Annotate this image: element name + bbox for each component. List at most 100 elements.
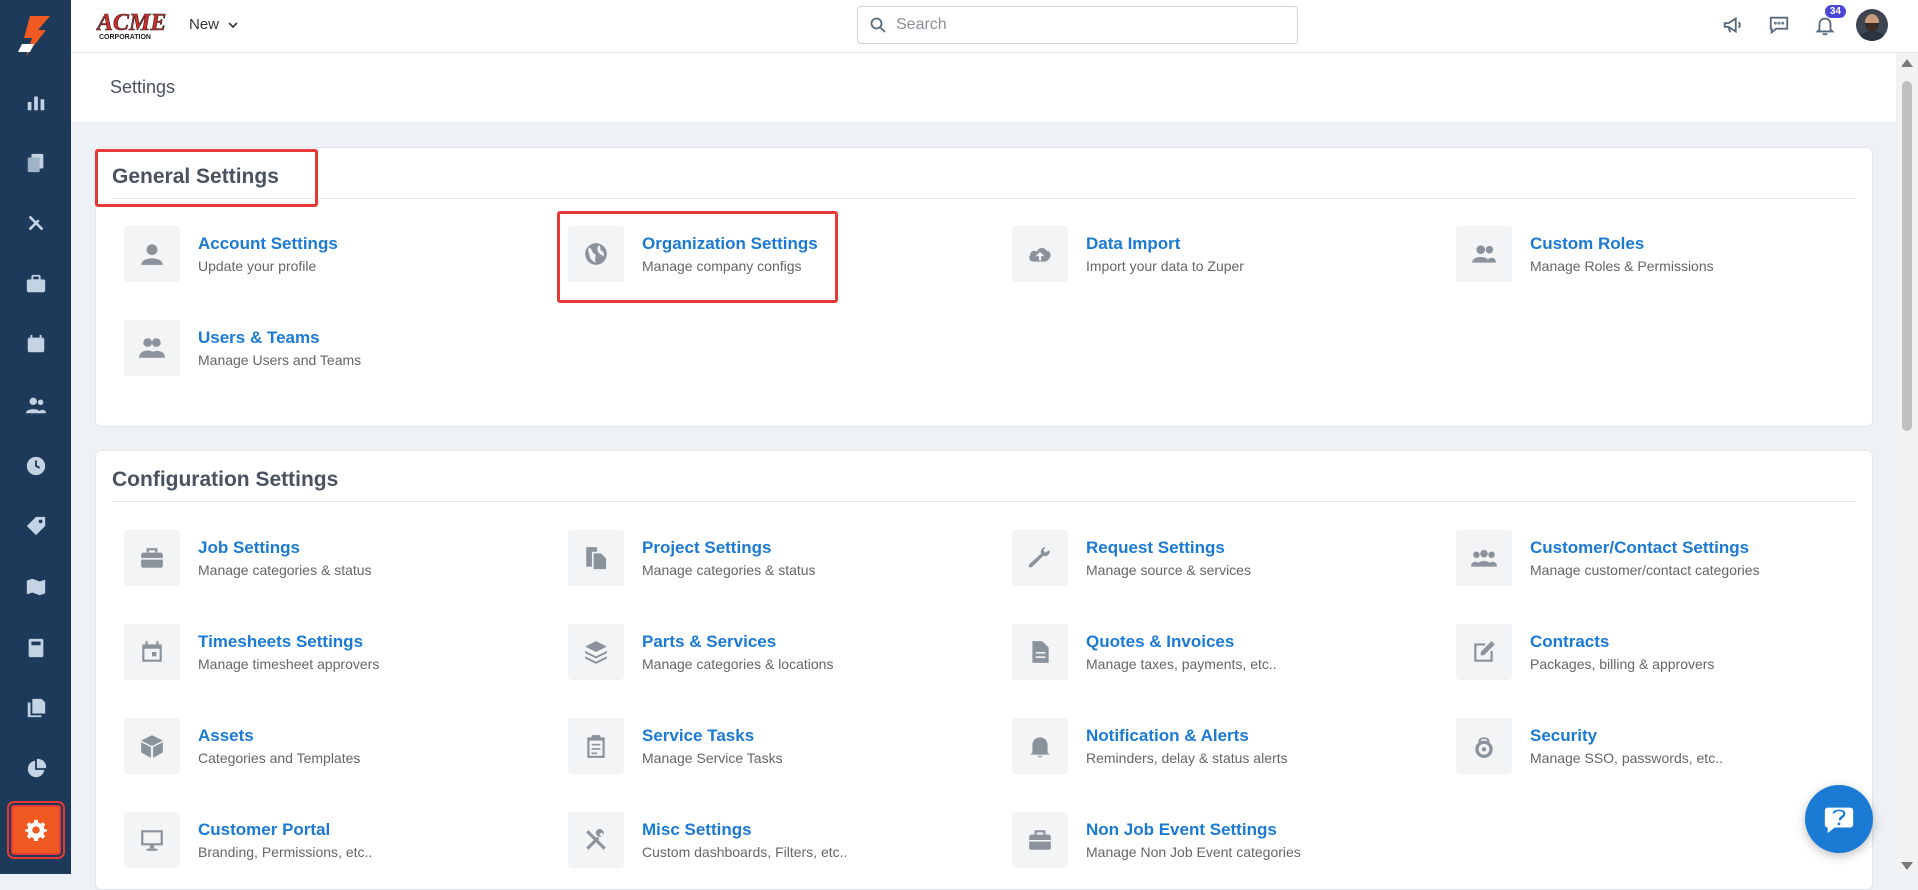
account-settings-item[interactable]: Account Settings Update your profile	[124, 226, 338, 282]
clipboard-icon	[587, 735, 605, 758]
scroll-down-arrow[interactable]	[1901, 862, 1913, 870]
nav-customers[interactable]	[0, 375, 71, 436]
globe-icon	[585, 243, 607, 265]
item-desc: Manage customer/contact categories	[1530, 562, 1760, 578]
search-box[interactable]	[857, 6, 1298, 44]
item-desc: Manage timesheet approvers	[198, 656, 380, 672]
non-job-event-settings-item[interactable]: Non Job Event Settings Manage Non Job Eve…	[1012, 812, 1301, 868]
nav-map[interactable]	[0, 557, 71, 618]
vertical-scrollbar[interactable]	[1896, 53, 1918, 874]
data-import-item[interactable]: Data Import Import your data to Zuper	[1012, 226, 1244, 282]
service-tasks-item[interactable]: Service Tasks Manage Service Tasks	[568, 718, 783, 774]
new-menu-button[interactable]: New	[189, 16, 239, 33]
user-avatar[interactable]	[1856, 9, 1888, 41]
users-icon	[1472, 245, 1496, 263]
item-desc: Manage categories & status	[642, 562, 816, 578]
item-title: Users & Teams	[198, 328, 320, 347]
timesheets-settings-item[interactable]: Timesheets Settings Manage timesheet appr…	[124, 624, 379, 680]
contracts-item[interactable]: Contracts Packages, billing & approvers	[1456, 624, 1714, 680]
search-input[interactable]	[896, 16, 1276, 34]
users-icon	[25, 397, 46, 414]
item-title: Account Settings	[198, 234, 338, 253]
nav-calendar[interactable]	[0, 314, 71, 375]
item-desc: Manage taxes, payments, etc..	[1086, 656, 1277, 672]
parts-services-item[interactable]: Parts & Services Manage categories & loca…	[568, 624, 833, 680]
item-title: Contracts	[1530, 632, 1610, 651]
briefcase-icon	[1029, 830, 1051, 850]
chat-icon	[1769, 16, 1789, 35]
megaphone-icon	[1723, 16, 1741, 34]
misc-settings-item[interactable]: Misc Settings Custom dashboards, Filters,…	[568, 812, 847, 868]
nav-timesheets[interactable]	[0, 435, 71, 496]
tools-icon	[586, 828, 606, 850]
custom-roles-item[interactable]: Custom Roles Manage Roles & Permissions	[1456, 226, 1714, 282]
item-desc: Manage categories & status	[198, 562, 372, 578]
help-chat-button[interactable]	[1805, 785, 1873, 853]
quotes-invoices-item[interactable]: Quotes & Invoices Manage taxes, payments,…	[1012, 624, 1277, 680]
calculator-icon	[28, 638, 43, 657]
request-settings-item[interactable]: Request Settings Manage source & services	[1012, 530, 1251, 586]
notification-alerts-item[interactable]: Notification & Alerts Reminders, delay & …	[1012, 718, 1288, 774]
item-desc: Categories and Templates	[198, 750, 361, 766]
item-desc: Manage Non Job Event categories	[1086, 844, 1301, 860]
page-header: Settings	[71, 53, 1896, 123]
item-desc: Manage Roles & Permissions	[1530, 258, 1714, 274]
nav-service[interactable]	[0, 193, 71, 254]
nav-projects[interactable]	[0, 254, 71, 315]
chevron-down-icon	[228, 21, 238, 28]
assets-item[interactable]: Assets Categories and Templates	[124, 718, 360, 774]
monitor-icon	[141, 830, 163, 851]
users-teams-item[interactable]: Users & Teams Manage Users and Teams	[124, 320, 361, 376]
security-item[interactable]: Security Manage SSO, passwords, etc..	[1456, 718, 1723, 774]
nav-dashboard[interactable]	[0, 72, 71, 133]
customer-contact-settings-item[interactable]: Customer/Contact Settings Manage customer…	[1456, 530, 1760, 586]
scroll-thumb[interactable]	[1902, 81, 1912, 431]
item-desc: Packages, billing & approvers	[1530, 656, 1715, 672]
wrench-icon	[1028, 547, 1050, 568]
scroll-up-arrow[interactable]	[1901, 59, 1913, 67]
general-settings-title: General Settings	[112, 165, 279, 188]
nav-jobs[interactable]	[0, 132, 71, 193]
nav-reports[interactable]	[0, 739, 71, 800]
nav-settings[interactable]	[0, 799, 71, 860]
item-title: Job Settings	[198, 538, 301, 557]
job-settings-item[interactable]: Job Settings Manage categories & status	[124, 530, 372, 586]
document-icon	[1032, 641, 1049, 663]
acme-logo[interactable]: ACME CORPORATION	[95, 8, 167, 41]
search-icon	[870, 17, 886, 33]
tools-icon	[28, 215, 43, 231]
item-desc: Manage Users and Teams	[198, 352, 362, 368]
cloud-upload-icon	[1029, 247, 1051, 262]
item-title: Non Job Event Settings	[1086, 820, 1277, 839]
page-title: Settings	[110, 77, 176, 97]
layers-icon	[585, 641, 607, 664]
project-settings-item[interactable]: Project Settings Manage categories & stat…	[568, 530, 816, 586]
announcements-button[interactable]	[1718, 10, 1748, 40]
item-desc: Import your data to Zuper	[1086, 258, 1244, 274]
item-title: Assets	[198, 726, 254, 745]
nav-contracts[interactable]	[0, 678, 71, 739]
nav-invoices[interactable]	[0, 617, 71, 678]
user-icon	[141, 244, 163, 265]
lock-icon	[1475, 737, 1493, 758]
item-title: Project Settings	[642, 538, 772, 557]
customer-portal-item[interactable]: Customer Portal Branding, Permissions, et…	[124, 812, 372, 868]
item-title: Custom Roles	[1530, 234, 1645, 253]
zuper-logo[interactable]	[0, 0, 71, 72]
item-desc: Custom dashboards, Filters, etc..	[642, 844, 848, 860]
top-bar: ACME CORPORATION New 34	[71, 0, 1918, 53]
organization-settings-item[interactable]: Organization Settings Manage company conf…	[568, 226, 818, 282]
item-title: Data Import	[1086, 234, 1181, 253]
chat-button[interactable]	[1764, 10, 1794, 40]
item-title: Security	[1530, 726, 1598, 745]
item-desc: Update your profile	[198, 258, 317, 274]
item-title: Organization Settings	[642, 234, 818, 253]
clock-icon	[26, 456, 45, 475]
files-icon	[27, 699, 45, 718]
nav-parts[interactable]	[0, 496, 71, 557]
item-desc: Manage company configs	[642, 258, 802, 274]
cube-icon	[141, 735, 163, 758]
item-desc: Manage Service Tasks	[642, 750, 783, 766]
notifications-button[interactable]: 34	[1810, 5, 1846, 40]
item-title: Timesheets Settings	[198, 632, 364, 651]
